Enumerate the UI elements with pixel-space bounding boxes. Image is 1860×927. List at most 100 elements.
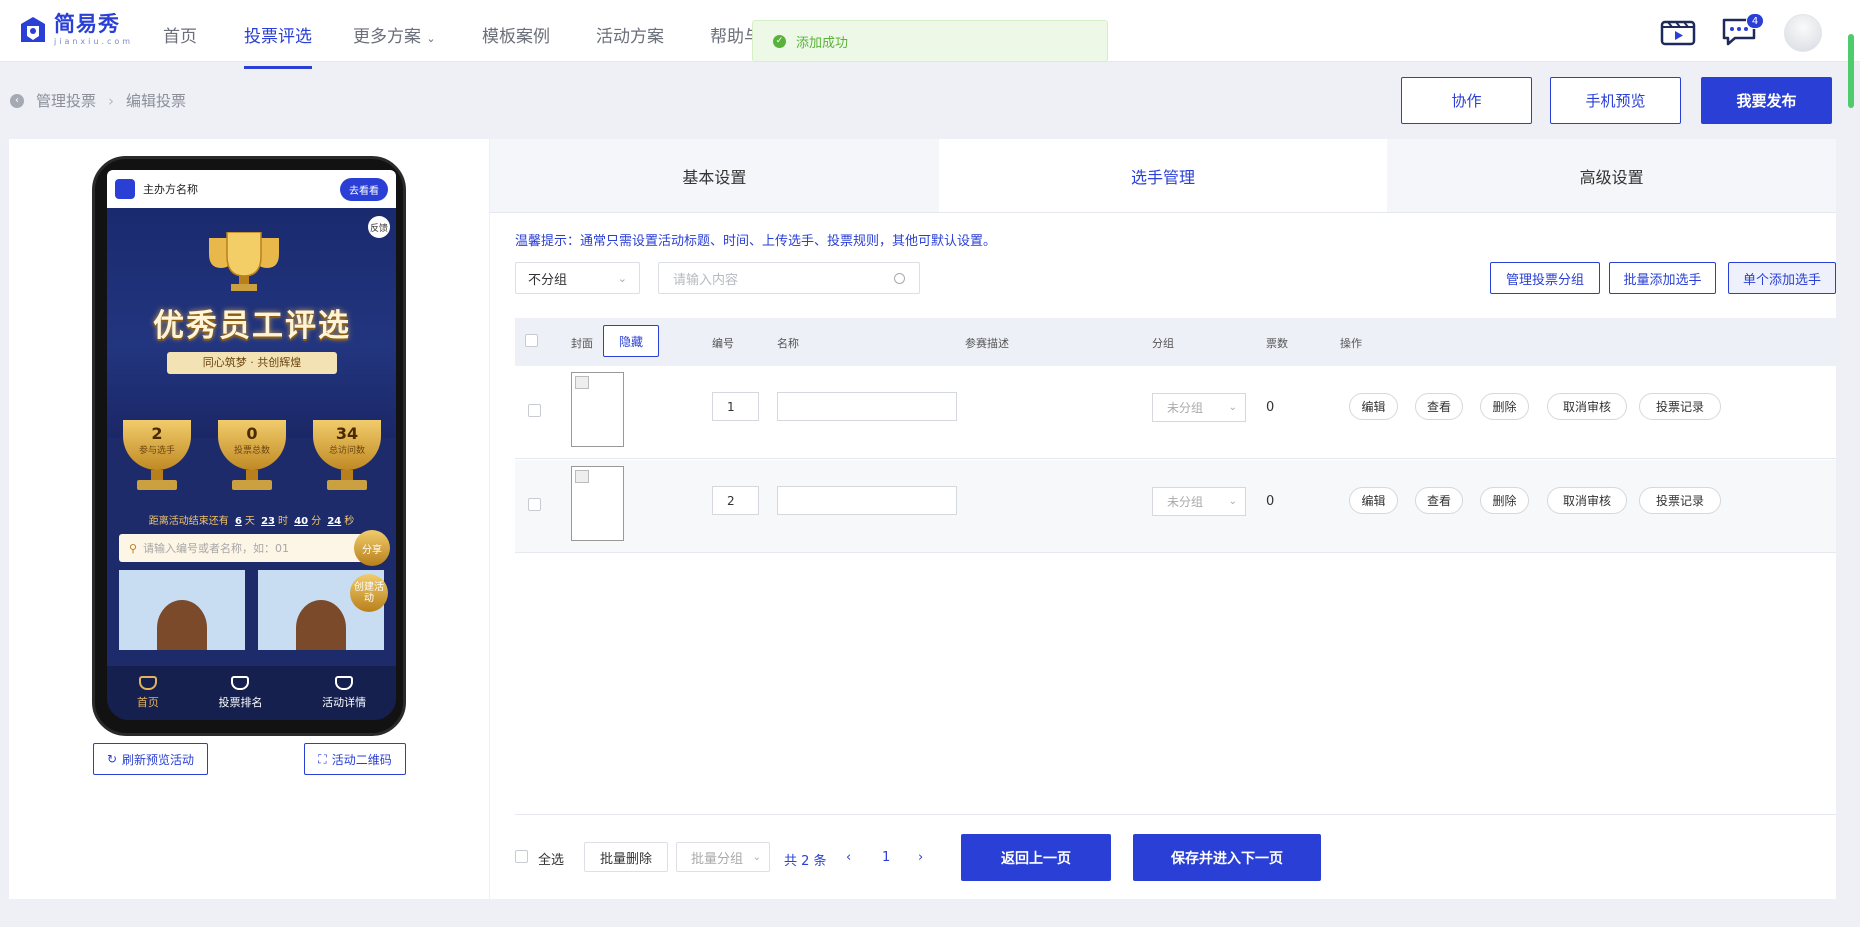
check-icon: ✓ [773,34,786,48]
breadcrumb-current: 编辑投票 [126,92,187,110]
tabbar-home[interactable]: 首页 [137,676,159,710]
countdown-unit: 秒 [344,516,355,527]
vote-count: 0 [1266,494,1275,509]
batch-delete-button[interactable]: 批量删除 [584,842,668,872]
tab-contestant-management[interactable]: 选手管理 [938,139,1388,212]
countdown-seconds: 24 [327,516,342,527]
row-checkbox[interactable] [528,498,541,511]
message-badge: 4 [1746,13,1764,29]
select-all-checkbox[interactable] [525,334,538,347]
select-all-label[interactable]: 全选 [538,849,564,868]
group-select[interactable]: 未分组 ⌄ [1152,487,1246,516]
create-activity-button[interactable]: 创建活动 [350,574,388,612]
name-input[interactable] [777,486,957,515]
nav-templates[interactable]: 模板案例 [482,22,550,47]
search-input[interactable]: 请输入内容 [658,262,920,294]
countdown-hours: 23 [261,516,276,527]
scroll-indicator[interactable] [1848,34,1854,108]
edit-button[interactable]: 编辑 [1349,487,1398,514]
chevron-down-icon: ⌄ [1228,402,1237,413]
save-next-button[interactable]: 保存并进入下一页 [1133,834,1321,881]
next-page-icon[interactable]: › [918,850,923,865]
delete-button[interactable]: 删除 [1480,487,1529,514]
group-filter-select[interactable]: 不分组 ⌄ [515,262,640,294]
tabbar-label: 活动详情 [322,696,367,709]
batch-add-button[interactable]: 批量添加选手 [1609,262,1716,294]
cover-image[interactable] [571,466,624,541]
qrcode-button[interactable]: ⛶ 活动二维码 [304,743,406,775]
manage-groups-button[interactable]: 管理投票分组 [1490,262,1600,294]
batch-group-select[interactable]: 批量分组 ⌄ [676,842,770,872]
tabbar-ranking[interactable]: 投票排名 [218,676,262,710]
view-button[interactable]: 查看 [1415,487,1463,514]
breadcrumb-parent[interactable]: 管理投票 [36,90,96,111]
tabbar-label: 首页 [136,696,159,709]
total-count: 共 2 条 [784,854,827,869]
hide-column-button[interactable]: 隐藏 [603,325,659,357]
number-input[interactable]: 1 [712,392,759,421]
stat-value: 0 [246,424,258,443]
settings-tabs: 基本设置 选手管理 高级设置 [490,139,1837,213]
back-icon[interactable]: ‹ [10,93,24,108]
tab-basic-settings[interactable]: 基本设置 [490,139,939,212]
refresh-preview-button[interactable]: ↻ 刷新预览活动 [93,743,208,775]
footer-select-all-checkbox[interactable] [515,850,528,863]
tabbar-label: 投票排名 [218,696,263,709]
success-toast: ✓ 添加成功 [752,20,1108,62]
stat-label: 总访问数 [328,446,365,456]
home-icon [138,676,157,690]
logo-icon [18,14,48,46]
video-tutorial-icon[interactable] [1660,16,1696,50]
number-input[interactable]: 2 [712,486,759,515]
search-icon: ⚲ [129,541,138,555]
vote-records-button[interactable]: 投票记录 [1639,487,1721,514]
preview-banner: 反馈 优秀员工评选 同心筑梦 · 共创辉煌 [107,208,396,438]
countdown-minutes: 40 [294,516,309,527]
cancel-review-button[interactable]: 取消审核 [1547,487,1627,514]
edit-button[interactable]: 编辑 [1349,393,1398,420]
publish-button[interactable]: 我要发布 [1701,77,1832,124]
contestant-card[interactable] [119,570,245,650]
org-name: 主办方名称 [143,183,198,196]
nav-activity-plans[interactable]: 活动方案 [596,22,664,47]
page-number[interactable]: 1 [882,850,890,865]
prev-step-button[interactable]: 返回上一页 [961,834,1111,881]
crown-icon [335,676,354,690]
single-add-button[interactable]: 单个添加选手 [1728,262,1836,294]
brand-logo[interactable]: 简易秀 jianxiu.com [18,14,133,46]
refresh-preview-label: 刷新预览活动 [122,752,195,767]
chevron-down-icon: ⌄ [426,32,436,45]
qrcode-label: 活动二维码 [331,752,392,767]
cancel-review-button[interactable]: 取消审核 [1547,393,1627,420]
tab-advanced-settings[interactable]: 高级设置 [1387,139,1837,212]
row-checkbox[interactable] [528,404,541,417]
vote-records-button[interactable]: 投票记录 [1639,393,1721,420]
collab-button[interactable]: 协作 [1401,77,1532,124]
message-icon[interactable]: 4 [1721,13,1764,50]
preview-search-input[interactable]: ⚲ 请输入编号或者名称，如：01 [119,534,384,562]
preview-stats: 2 参与选手 0 投票总数 34 总访问数 [117,420,387,494]
nav-more-plans[interactable]: 更多方案 ⌄ [353,22,436,47]
group-select-value: 未分组 [1167,495,1204,509]
tabbar-details[interactable]: 活动详情 [322,676,366,710]
group-select[interactable]: 未分组 ⌄ [1152,393,1246,422]
breadcrumb: ‹ 管理投票 › 编辑投票 [10,90,186,111]
user-avatar[interactable] [1784,14,1822,52]
countdown-unit: 分 [311,516,322,527]
mobile-preview-button[interactable]: 手机预览 [1550,77,1681,124]
view-button[interactable]: 查看 [1415,393,1463,420]
share-button[interactable]: 分享 [354,530,390,566]
col-cover: 封面 [571,337,593,350]
nav-vote[interactable]: 投票评选 [244,22,312,69]
search-icon [894,272,905,284]
feedback-button[interactable]: 反馈 [368,216,390,238]
name-input[interactable] [777,392,957,421]
qrcode-icon: ⛶ [318,751,327,766]
col-operations: 操作 [1340,337,1362,350]
prev-page-icon[interactable]: ‹ [846,850,851,865]
nav-home[interactable]: 首页 [163,22,197,47]
go-look-button[interactable]: 去看看 [340,177,388,201]
delete-button[interactable]: 删除 [1480,393,1529,420]
nav-more-plans-label: 更多方案 [353,27,421,47]
cover-image[interactable] [571,372,624,447]
